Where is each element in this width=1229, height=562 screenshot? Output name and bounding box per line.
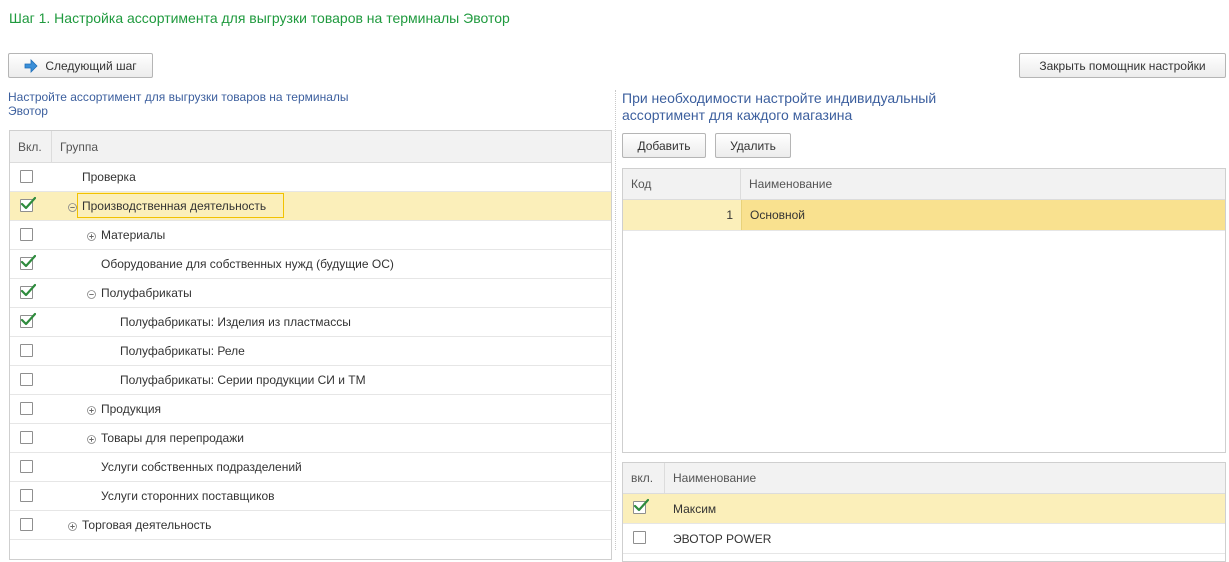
column-header-name[interactable]: Наименование — [741, 177, 832, 191]
table-row[interactable]: Услуги собственных подразделений — [10, 453, 611, 482]
checkbox-checked[interactable] — [633, 498, 649, 514]
column-header-code[interactable]: Код — [623, 169, 741, 199]
group-label: Продукция — [101, 402, 162, 416]
group-label: Полуфабрикаты: Серии продукции СИ и ТМ — [120, 373, 366, 387]
group-label: Полуфабрикаты: Изделия из пластмассы — [120, 315, 351, 329]
add-button[interactable]: Добавить — [622, 133, 706, 158]
table-row[interactable]: Продукция — [10, 395, 611, 424]
page-title: Шаг 1. Настройка ассортимента для выгруз… — [9, 10, 510, 26]
table-row[interactable]: Оборудование для собственных нужд (будущ… — [10, 250, 611, 279]
panel-divider — [615, 90, 616, 550]
close-wizard-button[interactable]: Закрыть помощник настройки — [1019, 53, 1226, 78]
terminal-name: ЭВОТОР POWER — [673, 531, 772, 546]
table-row[interactable]: Проверка — [10, 163, 611, 192]
column-header-vkl[interactable]: Вкл. — [10, 131, 52, 162]
terminals-table-header: вкл. Наименование — [623, 463, 1225, 494]
table-row[interactable]: Полуфабрикаты: Изделия из пластмассы — [10, 308, 611, 337]
table-row[interactable]: Максим — [623, 494, 1225, 524]
checkbox[interactable] — [20, 170, 33, 183]
group-label: Проверка — [82, 170, 136, 184]
stores-table[interactable]: Код Наименование 1 Основной — [622, 168, 1226, 453]
checkbox[interactable] — [20, 373, 33, 386]
store-code: 1 — [726, 208, 733, 222]
checkbox[interactable] — [633, 531, 646, 544]
group-label: Услуги собственных подразделений — [101, 460, 302, 474]
expand-plus-icon[interactable] — [68, 520, 77, 531]
left-hint: Настройте ассортимент для выгрузки товар… — [8, 90, 349, 118]
table-row[interactable]: ЭВОТОР POWER — [623, 524, 1225, 554]
checkbox[interactable] — [20, 402, 33, 415]
table-row[interactable]: Материалы — [10, 221, 611, 250]
table-row[interactable]: Услуги сторонних поставщиков — [10, 482, 611, 511]
group-label: Полуфабрикаты: Реле — [120, 344, 245, 358]
next-step-label: Следующий шаг — [45, 58, 137, 73]
table-row[interactable]: Производственная деятельность — [10, 192, 611, 221]
next-step-button[interactable]: Следующий шаг — [8, 53, 153, 78]
table-row[interactable]: Торговая деятельность — [10, 511, 611, 540]
checkbox[interactable] — [20, 431, 33, 444]
group-label: Торговая деятельность — [82, 518, 212, 532]
checkbox[interactable] — [20, 489, 33, 502]
group-label: Материалы — [101, 228, 166, 242]
column-header-group[interactable]: Группа — [52, 140, 98, 154]
arrow-right-icon — [24, 58, 38, 73]
checkbox-checked[interactable] — [20, 283, 36, 299]
table-row[interactable]: Полуфабрикаты: Реле — [10, 337, 611, 366]
group-label: Услуги сторонних поставщиков — [101, 489, 275, 503]
collapse-minus-icon[interactable] — [87, 288, 96, 299]
stores-table-header: Код Наименование — [623, 169, 1225, 200]
close-wizard-label: Закрыть помощник настройки — [1039, 58, 1206, 73]
terminal-name: Максим — [673, 501, 717, 516]
checkbox[interactable] — [20, 228, 33, 241]
expand-plus-icon[interactable] — [87, 230, 96, 241]
expand-plus-icon[interactable] — [87, 404, 96, 415]
table-header: Вкл. Группа — [10, 131, 611, 163]
terminals-table[interactable]: вкл. Наименование Максим ЭВОТОР POWER — [622, 462, 1226, 562]
store-name: Основной — [741, 200, 1225, 230]
checkbox[interactable] — [20, 518, 33, 531]
checkbox-checked[interactable] — [20, 196, 36, 212]
group-label: Товары для перепродажи — [101, 431, 244, 445]
group-label: Оборудование для собственных нужд (будущ… — [101, 257, 394, 271]
assortment-groups-table[interactable]: Вкл. Группа Проверка Производственная дея… — [9, 130, 612, 560]
column-header-name-terminals[interactable]: Наименование — [665, 471, 756, 485]
table-row[interactable]: Товары для перепродажи — [10, 424, 611, 453]
collapse-minus-icon[interactable] — [68, 201, 77, 212]
checkbox[interactable] — [20, 460, 33, 473]
delete-button[interactable]: Удалить — [715, 133, 791, 158]
group-label: Производственная деятельность — [82, 199, 267, 213]
group-label: Полуфабрикаты — [101, 286, 192, 300]
checkbox-checked[interactable] — [20, 312, 36, 328]
right-hint: При необходимости настройте индивидуальн… — [622, 90, 937, 123]
checkbox[interactable] — [20, 344, 33, 357]
table-row[interactable]: 1 Основной — [623, 200, 1225, 231]
column-header-vkl-terminals[interactable]: вкл. — [623, 463, 665, 493]
checkbox-checked[interactable] — [20, 254, 36, 270]
table-row[interactable]: Полуфабрикаты — [10, 279, 611, 308]
table-row[interactable]: Полуфабрикаты: Серии продукции СИ и ТМ — [10, 366, 611, 395]
expand-plus-icon[interactable] — [87, 433, 96, 444]
